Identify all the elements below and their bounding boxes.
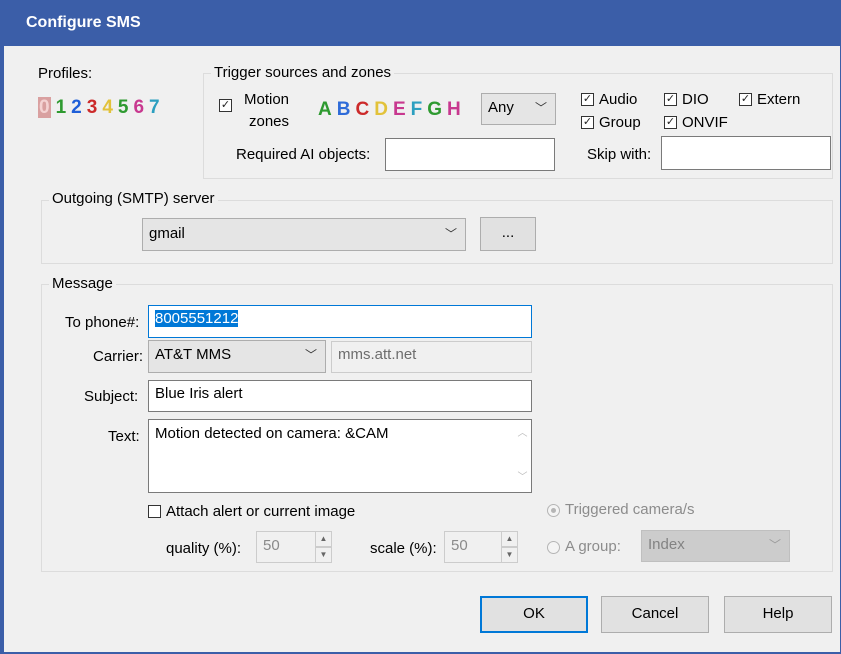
zone-a[interactable]: A (318, 99, 332, 120)
audio-label: Audio (599, 91, 638, 108)
profile-1[interactable]: 1 (56, 97, 67, 118)
group-checkbox[interactable]: ✓ (581, 116, 594, 129)
check-icon: ✓ (582, 116, 593, 128)
configure-sms-dialog: Configure SMS Profiles: 01234567 Trigger… (0, 0, 841, 654)
title-bar[interactable]: Configure SMS (4, 0, 841, 46)
quality-label: quality (%): (166, 540, 242, 557)
scale-down-icon: ▼ (501, 547, 518, 563)
message-text-area[interactable]: Motion detected on camera: &CAM ︿ ﹀ (148, 419, 532, 493)
check-icon: ✓ (665, 93, 676, 105)
subject-input[interactable]: Blue Iris alert (148, 380, 532, 412)
required-ai-label: Required AI objects: (236, 146, 371, 163)
motion-zones-checkbox[interactable]: ✓ (219, 99, 232, 112)
window-title: Configure SMS (26, 14, 141, 31)
audio-checkbox[interactable]: ✓ (581, 93, 594, 106)
zone-g[interactable]: G (427, 99, 442, 120)
profile-2[interactable]: 2 (71, 97, 82, 118)
profile-0[interactable]: 0 (38, 97, 51, 118)
dio-checkbox[interactable]: ✓ (664, 93, 677, 106)
onvif-label: ONVIF (682, 114, 728, 131)
help-button[interactable]: Help (724, 596, 832, 633)
onvif-checkbox[interactable]: ✓ (664, 116, 677, 129)
group-radio (547, 541, 560, 554)
profiles-label: Profiles: (38, 65, 93, 82)
required-ai-input[interactable] (385, 138, 555, 171)
text-label: Text: (108, 428, 140, 445)
group-select: Index ﹀ (641, 530, 790, 562)
smtp-server-select[interactable]: gmail ﹀ (142, 218, 466, 251)
triggered-camera-radio (547, 504, 560, 517)
attach-image-label: Attach alert or current image (166, 503, 356, 520)
motion-zones-label-line1: Motion (244, 91, 290, 108)
trigger-sources-group-label: Trigger sources and zones (211, 64, 395, 82)
profile-selector: 01234567 (38, 97, 165, 121)
carrier-value: AT&T MMS (155, 346, 232, 363)
smtp-server-value: gmail (149, 225, 185, 242)
motion-zones-label-line2: zones (249, 113, 290, 130)
ok-button[interactable]: OK (480, 596, 588, 633)
extern-label: Extern (757, 91, 801, 108)
zone-e[interactable]: E (393, 99, 406, 120)
zone-selector: ABCDEFGH (318, 99, 466, 121)
carrier-label: Carrier: (93, 348, 144, 365)
quality-input: 50 (256, 531, 316, 563)
message-text-value: Motion detected on camera: &CAM (155, 425, 389, 442)
chevron-down-icon: ﹀ (444, 227, 457, 241)
carrier-domain-input: mms.att.net (331, 341, 532, 373)
profile-5[interactable]: 5 (118, 97, 129, 118)
profile-3[interactable]: 3 (87, 97, 98, 118)
skip-with-input[interactable] (661, 136, 831, 170)
quality-down-icon: ▼ (315, 547, 332, 563)
triggered-camera-label: Triggered camera/s (565, 501, 695, 518)
dio-label: DIO (682, 91, 709, 108)
zone-c[interactable]: C (355, 99, 369, 120)
smtp-more-button[interactable]: ... (480, 217, 536, 251)
to-phone-value: 8005551212 (155, 310, 239, 327)
profile-7[interactable]: 7 (149, 97, 160, 118)
check-icon: ✓ (220, 99, 231, 111)
chevron-down-icon: ﹀ (534, 101, 547, 115)
zone-mode-value: Any (488, 99, 514, 116)
group-label: Group (599, 114, 641, 131)
extern-checkbox[interactable]: ✓ (739, 93, 752, 106)
cancel-button[interactable]: Cancel (601, 596, 709, 633)
profile-4[interactable]: 4 (102, 97, 113, 118)
chevron-down-icon: ﹀ (304, 348, 317, 362)
quality-up-icon: ▲ (315, 531, 332, 547)
scale-up-icon: ▲ (501, 531, 518, 547)
check-icon: ✓ (582, 93, 593, 105)
subject-label: Subject: (84, 388, 139, 405)
zone-d[interactable]: D (374, 99, 388, 120)
group-select-value: Index (648, 536, 685, 553)
chevron-down-icon: ﹀ (768, 538, 781, 552)
to-phone-input[interactable]: 8005551212 (148, 305, 532, 338)
zone-b[interactable]: B (337, 99, 351, 120)
attach-image-checkbox[interactable] (148, 505, 161, 518)
carrier-select[interactable]: AT&T MMS ﹀ (148, 340, 326, 373)
text-scrollbar[interactable]: ︿ ﹀ (514, 420, 531, 492)
scroll-down-icon[interactable]: ﹀ (514, 468, 531, 488)
scale-input: 50 (444, 531, 502, 563)
scroll-up-icon[interactable]: ︿ (514, 424, 531, 444)
group-radio-label: A group: (565, 538, 621, 555)
skip-with-label: Skip with: (587, 146, 652, 163)
smtp-group-label: Outgoing (SMTP) server (49, 190, 218, 208)
scale-label: scale (%): (370, 540, 437, 557)
zone-h[interactable]: H (447, 99, 461, 120)
message-group-label: Message (49, 275, 116, 293)
check-icon: ✓ (665, 116, 676, 128)
profile-6[interactable]: 6 (133, 97, 144, 118)
zone-mode-select[interactable]: Any ﹀ (481, 93, 556, 125)
check-icon: ✓ (740, 93, 751, 105)
to-phone-label: To phone#: (65, 314, 140, 331)
zone-f[interactable]: F (411, 99, 423, 120)
